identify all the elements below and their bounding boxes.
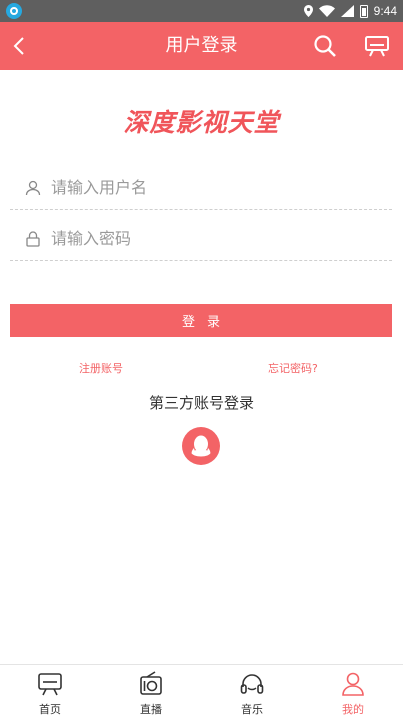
qq-icon — [191, 435, 211, 457]
header-bar: 用户登录 — [0, 22, 403, 70]
user-icon — [25, 180, 41, 195]
headphones-icon — [240, 674, 264, 694]
signal-icon — [340, 5, 354, 17]
nav-label-music: 音乐 — [241, 703, 263, 716]
password-input[interactable] — [51, 223, 351, 254]
tv-icon — [38, 673, 62, 696]
user-icon — [342, 672, 364, 696]
radio-icon — [140, 671, 162, 695]
status-time: 9:44 — [373, 4, 397, 18]
battery-icon — [359, 4, 368, 18]
lock-icon — [26, 230, 40, 247]
nav-item-home[interactable]: 首页 — [10, 665, 90, 720]
nav-label-live: 直播 — [140, 703, 162, 716]
username-input[interactable] — [51, 172, 351, 203]
nav-label-mine: 我的 — [342, 703, 364, 716]
location-icon — [303, 5, 313, 17]
app-notification-icon — [6, 3, 22, 19]
password-field — [10, 217, 392, 261]
screen-cast-icon[interactable] — [362, 32, 392, 60]
login-button[interactable]: 登录 — [10, 304, 392, 337]
nav-item-mine[interactable]: 我的 — [313, 665, 393, 720]
back-icon[interactable] — [6, 30, 32, 62]
nav-item-live[interactable]: 直播 — [111, 665, 191, 720]
nav-label-home: 首页 — [39, 703, 61, 716]
bottom-nav: 首页 直播 音乐 我的 — [0, 664, 403, 720]
qq-login-button[interactable] — [182, 427, 220, 465]
register-link[interactable]: 注册账号 — [79, 360, 123, 376]
username-field — [10, 166, 392, 210]
forgot-password-link[interactable]: 忘记密码? — [268, 360, 318, 376]
wifi-icon — [318, 5, 335, 17]
search-icon[interactable] — [310, 32, 340, 60]
app-logo: 深度影视天堂 — [123, 108, 280, 137]
status-bar: 9:44 — [0, 0, 403, 22]
third-party-login-title: 第三方账号登录 — [148, 394, 254, 412]
status-indicators: 9:44 — [303, 3, 397, 19]
nav-item-music[interactable]: 音乐 — [212, 665, 292, 720]
page-title: 用户登录 — [165, 35, 238, 56]
